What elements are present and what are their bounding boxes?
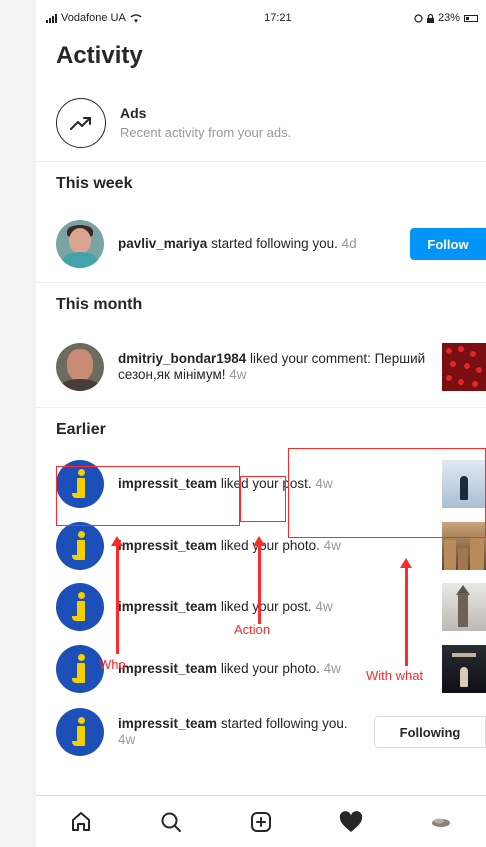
- notification-action: liked your post.: [217, 476, 312, 491]
- status-time: 17:21: [264, 12, 292, 24]
- status-bar: Vodafone UA 17:21 23%: [36, 0, 486, 36]
- follow-button[interactable]: Follow: [410, 228, 486, 260]
- ads-row[interactable]: Ads Recent activity from your ads.: [36, 84, 486, 162]
- avatar[interactable]: [56, 583, 104, 631]
- username[interactable]: pavliv_mariya: [118, 236, 207, 251]
- left-background-strip: [0, 0, 36, 847]
- ads-title: Ads: [120, 105, 147, 121]
- list-item[interactable]: impressit_team liked your post. 4w: [36, 452, 486, 516]
- battery-icon: [464, 14, 478, 22]
- annotation-arrow-with-what: [400, 558, 411, 666]
- timestamp: 4w: [319, 538, 341, 553]
- timestamp: 4d: [337, 236, 357, 251]
- trending-up-icon: [56, 97, 106, 148]
- avatar[interactable]: [56, 522, 104, 570]
- post-thumbnail[interactable]: [442, 460, 486, 508]
- timestamp: 4w: [311, 476, 333, 491]
- username[interactable]: impressit_team: [118, 661, 217, 676]
- list-item[interactable]: dmitriy_bondar1984 liked your comment: П…: [36, 327, 486, 407]
- page-title: Activity: [56, 42, 143, 69]
- username[interactable]: dmitriy_bondar1984: [118, 351, 246, 366]
- annotation-arrow-who: [111, 536, 122, 654]
- phone-screen: Vodafone UA 17:21 23% Activity Ads Recen…: [36, 0, 486, 847]
- username[interactable]: impressit_team: [118, 716, 217, 731]
- annotation-label-who: Who: [99, 657, 126, 672]
- list-item[interactable]: pavliv_mariya started following you. 4d …: [36, 206, 486, 282]
- avatar[interactable]: [56, 708, 104, 756]
- annotation-label-with-what: With what: [366, 668, 424, 683]
- notification-action: liked your photo.: [217, 661, 320, 676]
- avatar[interactable]: [56, 220, 104, 268]
- notification-text: dmitriy_bondar1984 liked your comment: П…: [118, 351, 486, 383]
- add-post-icon[interactable]: [239, 800, 283, 844]
- following-button[interactable]: Following: [374, 716, 486, 748]
- notification-action: started following you.: [217, 716, 348, 731]
- notification-text: impressit_team liked your photo. 4w: [118, 661, 486, 677]
- avatar[interactable]: [56, 645, 104, 693]
- notification-action: liked your photo.: [217, 538, 320, 553]
- notification-text: impressit_team liked your post. 4w: [118, 599, 486, 615]
- bottom-tab-bar: [36, 795, 486, 847]
- battery-percent: 23%: [437, 12, 460, 24]
- timestamp: 4w: [319, 661, 341, 676]
- wifi-icon: [130, 13, 142, 22]
- timestamp: 4w: [118, 732, 136, 747]
- carrier-name: Vodafone UA: [61, 12, 126, 24]
- signal-icon: [46, 13, 57, 23]
- post-thumbnail[interactable]: [442, 522, 486, 570]
- ads-subtitle: Recent activity from your ads.: [120, 125, 292, 140]
- avatar[interactable]: [56, 343, 104, 391]
- search-icon[interactable]: [149, 800, 193, 844]
- status-right: 23%: [414, 12, 478, 24]
- list-item[interactable]: impressit_team liked your photo. 4w: [36, 516, 486, 576]
- notification-action: liked your post.: [217, 599, 312, 614]
- lock-icon: [426, 13, 434, 23]
- username[interactable]: impressit_team: [118, 599, 217, 614]
- timestamp: 4w: [225, 367, 247, 382]
- post-thumbnail[interactable]: [442, 583, 486, 631]
- notification-action: started following you.: [207, 236, 338, 251]
- username[interactable]: impressit_team: [118, 538, 217, 553]
- username[interactable]: impressit_team: [118, 476, 217, 491]
- annotation-arrow-action: [253, 536, 264, 624]
- alarm-icon: [414, 13, 423, 23]
- section-title-this-month: This month: [56, 296, 143, 313]
- profile-icon[interactable]: [419, 800, 463, 844]
- notification-text: impressit_team liked your post. 4w: [118, 476, 486, 492]
- status-left: Vodafone UA: [46, 12, 142, 24]
- section-title-this-week: This week: [56, 175, 133, 192]
- annotation-label-action: Action: [234, 622, 271, 637]
- home-icon[interactable]: [59, 800, 103, 844]
- list-item[interactable]: impressit_team started following you. 4w…: [36, 700, 486, 764]
- post-thumbnail[interactable]: [442, 343, 486, 391]
- post-thumbnail[interactable]: [442, 645, 486, 693]
- section-title-earlier: Earlier: [56, 421, 106, 438]
- timestamp: 4w: [311, 599, 333, 614]
- avatar[interactable]: [56, 460, 104, 508]
- heart-icon[interactable]: [329, 800, 373, 844]
- notification-text: impressit_team liked your photo. 4w: [118, 538, 486, 554]
